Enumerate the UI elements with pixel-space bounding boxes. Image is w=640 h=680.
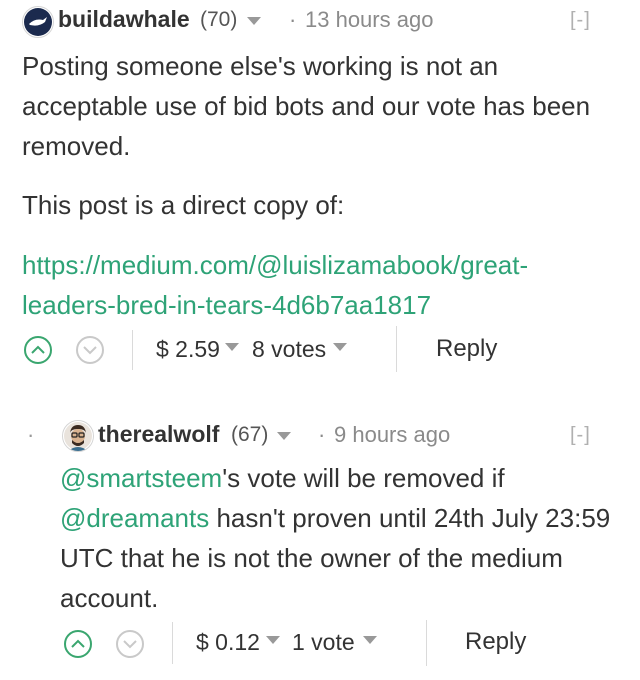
reply-payout-caret-icon[interactable] [266, 636, 280, 644]
downvote-button[interactable] [76, 336, 104, 364]
chevron-down-icon [83, 346, 97, 355]
body-paragraph: This post is a direct copy of: [22, 190, 345, 220]
body-line: acceptable use of bid bots and our vote … [22, 91, 591, 121]
reply-body: @smartsteem's vote will be removed if @d… [60, 458, 635, 618]
payout-caret-icon[interactable] [225, 343, 239, 351]
reply-author-menu-caret-icon[interactable] [277, 432, 291, 440]
medium-link[interactable]: https://medium.com/@luislizamabook/great… [22, 245, 528, 325]
meta-separator: · [289, 7, 297, 32]
chevron-up-icon [71, 639, 85, 648]
body-text-segment: hasn't proven until 24th July 23:59 [209, 503, 611, 533]
meta-separator: · [318, 422, 326, 447]
reply-vote-count[interactable]: 1 vote [292, 629, 355, 656]
reply-author-reputation: (67) [231, 423, 269, 446]
body-line: account. [60, 583, 159, 613]
author-reputation: (70) [200, 8, 238, 31]
user-portrait-icon [64, 422, 92, 451]
upvote-button[interactable] [24, 336, 52, 364]
whale-logo-icon [24, 8, 52, 36]
thread-bullet: · [27, 422, 35, 447]
reply-upvote-button[interactable] [64, 630, 92, 658]
votes-caret-icon[interactable] [333, 343, 347, 351]
body-line: @dreamants hasn't proven until 24th July… [60, 498, 635, 538]
collapse-toggle[interactable]: [-] [570, 9, 591, 32]
buildawhale-avatar[interactable] [22, 6, 54, 38]
body-text-segment: 's vote will be removed if [222, 463, 505, 493]
reply-reply-button[interactable]: Reply [465, 628, 526, 656]
author-menu-caret-icon[interactable] [247, 17, 261, 25]
comment-author[interactable]: buildawhale [58, 6, 190, 33]
body-line: Posting someone else's working is not an [22, 51, 499, 81]
payout-amount[interactable]: $ 2.59 [156, 336, 220, 363]
reply-button[interactable]: Reply [436, 335, 497, 363]
mention-smartsteem[interactable]: @smartsteem [60, 463, 222, 493]
reply-votes-caret-icon[interactable] [363, 636, 377, 644]
reply-downvote-button[interactable] [116, 630, 144, 658]
footer-divider [426, 620, 427, 666]
body-line: @smartsteem's vote will be removed if [60, 458, 635, 498]
mention-dreamants[interactable]: @dreamants [60, 503, 209, 533]
link-line[interactable]: leaders-bred-in-tears-4d6b7aa1817 [22, 285, 528, 325]
reply-timestamp[interactable]: 9 hours ago [334, 422, 450, 448]
therealwolf-avatar[interactable] [62, 420, 94, 452]
footer-divider [132, 330, 133, 370]
comment-body: Posting someone else's working is not an… [22, 46, 632, 166]
reply-author[interactable]: therealwolf [98, 421, 219, 448]
comment-timestamp[interactable]: 13 hours ago [305, 7, 433, 33]
link-line[interactable]: https://medium.com/@luislizamabook/great… [22, 245, 528, 285]
reply-collapse-toggle[interactable]: [-] [570, 424, 591, 447]
body-line: UTC that he is not the owner of the medi… [60, 543, 563, 573]
chevron-up-icon [31, 345, 45, 354]
body-line: removed. [22, 131, 131, 161]
footer-divider [396, 326, 397, 372]
vote-count[interactable]: 8 votes [252, 336, 326, 363]
reply-payout-amount[interactable]: $ 0.12 [196, 629, 260, 656]
footer-divider [172, 622, 173, 664]
chevron-down-icon [123, 640, 137, 649]
